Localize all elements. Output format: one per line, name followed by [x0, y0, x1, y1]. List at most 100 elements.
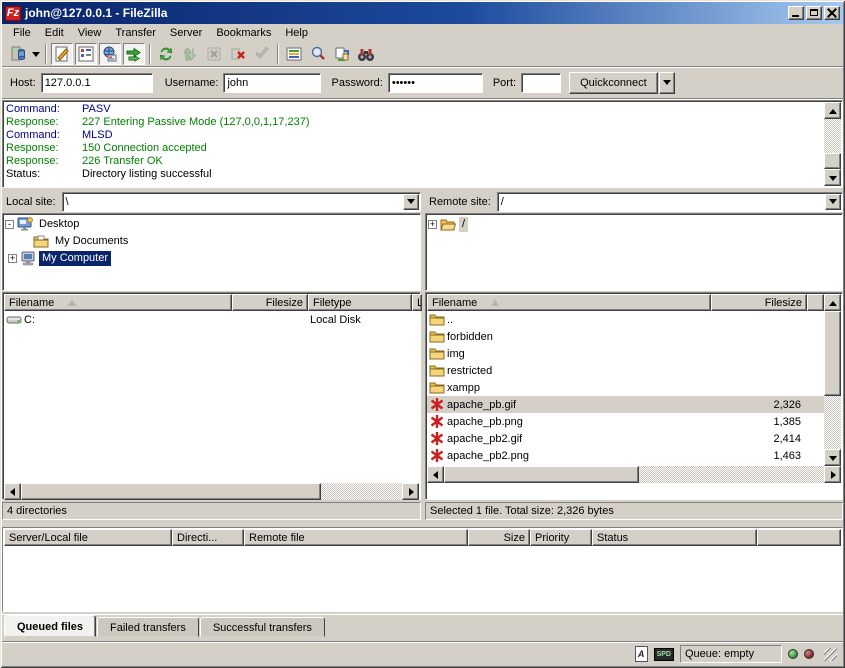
scroll-thumb[interactable] [444, 466, 639, 483]
scroll-left-button[interactable] [4, 483, 21, 500]
scroll-up-button[interactable] [824, 294, 841, 311]
file-row[interactable]: restricted [427, 362, 824, 379]
tree-item-root[interactable]: + / [428, 216, 842, 233]
toggle-local-tree-button[interactable] [75, 43, 97, 65]
file-row[interactable]: apache_pb2_ani.gif 2,160 [427, 464, 824, 466]
site-manager-dropdown[interactable] [30, 43, 42, 65]
file-row-selected[interactable]: apache_pb.gif 2,326 [427, 396, 824, 413]
expand-expander[interactable]: + [8, 254, 17, 263]
scroll-right-button[interactable] [402, 483, 419, 500]
remote-list-body: .. forbidden img restricted xampp [427, 311, 824, 466]
password-input[interactable] [388, 73, 483, 93]
synchronized-browsing-button[interactable] [331, 43, 353, 65]
maximize-button[interactable] [806, 6, 822, 20]
column-header-size[interactable]: Size [468, 529, 530, 546]
tree-label: Desktop [36, 217, 82, 232]
file-row[interactable]: xampp [427, 379, 824, 396]
column-header-priority[interactable]: Priority [530, 529, 592, 546]
column-header-filetype[interactable]: Filetype [308, 294, 412, 311]
cancel-button[interactable] [203, 43, 225, 65]
menu-file[interactable]: File [6, 25, 38, 41]
scroll-up-button[interactable] [824, 102, 841, 119]
local-site-dropdown[interactable] [403, 194, 419, 210]
scroll-track[interactable] [824, 396, 841, 449]
find-files-button[interactable] [355, 43, 377, 65]
column-header-filename[interactable]: Filename [427, 294, 711, 311]
remote-horizontal-scrollbar[interactable] [427, 466, 841, 483]
close-button[interactable] [824, 6, 840, 20]
filter-button[interactable] [283, 43, 305, 65]
remote-site-combo[interactable]: / [497, 192, 843, 212]
scroll-thumb[interactable] [824, 311, 841, 396]
column-header-server-local-file[interactable]: Server/Local file [4, 529, 172, 546]
collapse-expander[interactable]: - [5, 220, 14, 229]
scroll-down-button[interactable] [824, 169, 841, 186]
binoculars-icon [357, 46, 375, 62]
column-header-filesize[interactable]: Filesize [232, 294, 308, 311]
expand-expander[interactable]: + [428, 220, 437, 229]
menu-view[interactable]: View [71, 25, 109, 41]
column-header-filename[interactable]: Filename [4, 294, 232, 311]
file-row[interactable]: forbidden [427, 328, 824, 345]
column-header-remote-file[interactable]: Remote file [244, 529, 468, 546]
disconnect-button[interactable] [227, 43, 249, 65]
file-row-c-drive[interactable]: C: Local Disk [4, 311, 419, 328]
log-text: 227 Entering Passive Mode (127,0,0,1,17,… [82, 116, 309, 129]
file-row[interactable]: .. [427, 311, 824, 328]
tree-item-my-documents[interactable]: My Documents [5, 233, 420, 250]
reconnect-button[interactable] [251, 43, 273, 65]
scroll-down-button[interactable] [824, 449, 841, 466]
quickconnect-button[interactable]: Quickconnect [569, 72, 658, 94]
local-site-value: \ [66, 196, 69, 208]
menu-transfer[interactable]: Transfer [108, 25, 163, 41]
site-manager-button[interactable] [7, 43, 29, 65]
tree-item-desktop[interactable]: - Desktop [5, 216, 420, 233]
resize-grip[interactable] [824, 648, 837, 661]
remote-site-row: Remote site: / [425, 191, 843, 212]
column-header-status[interactable]: Status [592, 529, 757, 546]
log-scrollbar[interactable] [824, 102, 841, 186]
menu-edit[interactable]: Edit [38, 25, 71, 41]
tab-queued-files[interactable]: Queued files [4, 615, 96, 637]
scroll-thumb[interactable] [824, 153, 841, 169]
file-row[interactable]: apache_pb2.png 1,463 [427, 447, 824, 464]
scroll-track[interactable] [321, 483, 402, 500]
directory-comparison-icon [310, 46, 326, 62]
file-row[interactable]: apache_pb2.gif 2,414 [427, 430, 824, 447]
tree-item-my-computer[interactable]: + My Computer [5, 250, 420, 267]
toggle-queue-button[interactable] [123, 43, 145, 65]
scroll-thumb[interactable] [21, 483, 321, 500]
menu-server[interactable]: Server [163, 25, 209, 41]
refresh-button[interactable] [155, 43, 177, 65]
column-label: Filesize [266, 297, 303, 309]
scroll-track[interactable] [639, 466, 824, 483]
tab-successful-transfers[interactable]: Successful transfers [200, 617, 325, 637]
quickconnect-dropdown[interactable] [659, 72, 675, 94]
remote-vertical-scrollbar[interactable] [824, 294, 841, 466]
directory-comparison-button[interactable] [307, 43, 329, 65]
titlebar: Fz john@127.0.0.1 - FileZilla [2, 2, 843, 24]
local-directory-tree: - Desktop My Documents + [2, 213, 421, 291]
tab-failed-transfers[interactable]: Failed transfers [97, 617, 199, 637]
process-queue-button[interactable] [179, 43, 201, 65]
toggle-message-log-button[interactable] [51, 43, 73, 65]
remote-site-dropdown[interactable] [825, 194, 841, 210]
scroll-right-button[interactable] [824, 466, 841, 483]
folder-icon [429, 363, 445, 378]
file-row[interactable]: apache_pb.png 1,385 [427, 413, 824, 430]
toggle-remote-tree-button[interactable] [99, 43, 121, 65]
local-horizontal-scrollbar[interactable] [4, 483, 419, 500]
column-header-filesize[interactable]: Filesize [711, 294, 807, 311]
username-input[interactable] [223, 73, 321, 93]
menu-bookmarks[interactable]: Bookmarks [209, 25, 278, 41]
column-header-last-modified[interactable]: L [412, 294, 422, 311]
host-input[interactable] [41, 73, 153, 93]
scroll-track[interactable] [824, 119, 841, 153]
menu-help[interactable]: Help [278, 25, 315, 41]
file-row[interactable]: img [427, 345, 824, 362]
local-site-combo[interactable]: \ [62, 192, 421, 212]
port-input[interactable] [521, 73, 561, 93]
scroll-left-button[interactable] [427, 466, 444, 483]
minimize-button[interactable] [788, 6, 804, 20]
column-header-direction[interactable]: Directi... [172, 529, 244, 546]
